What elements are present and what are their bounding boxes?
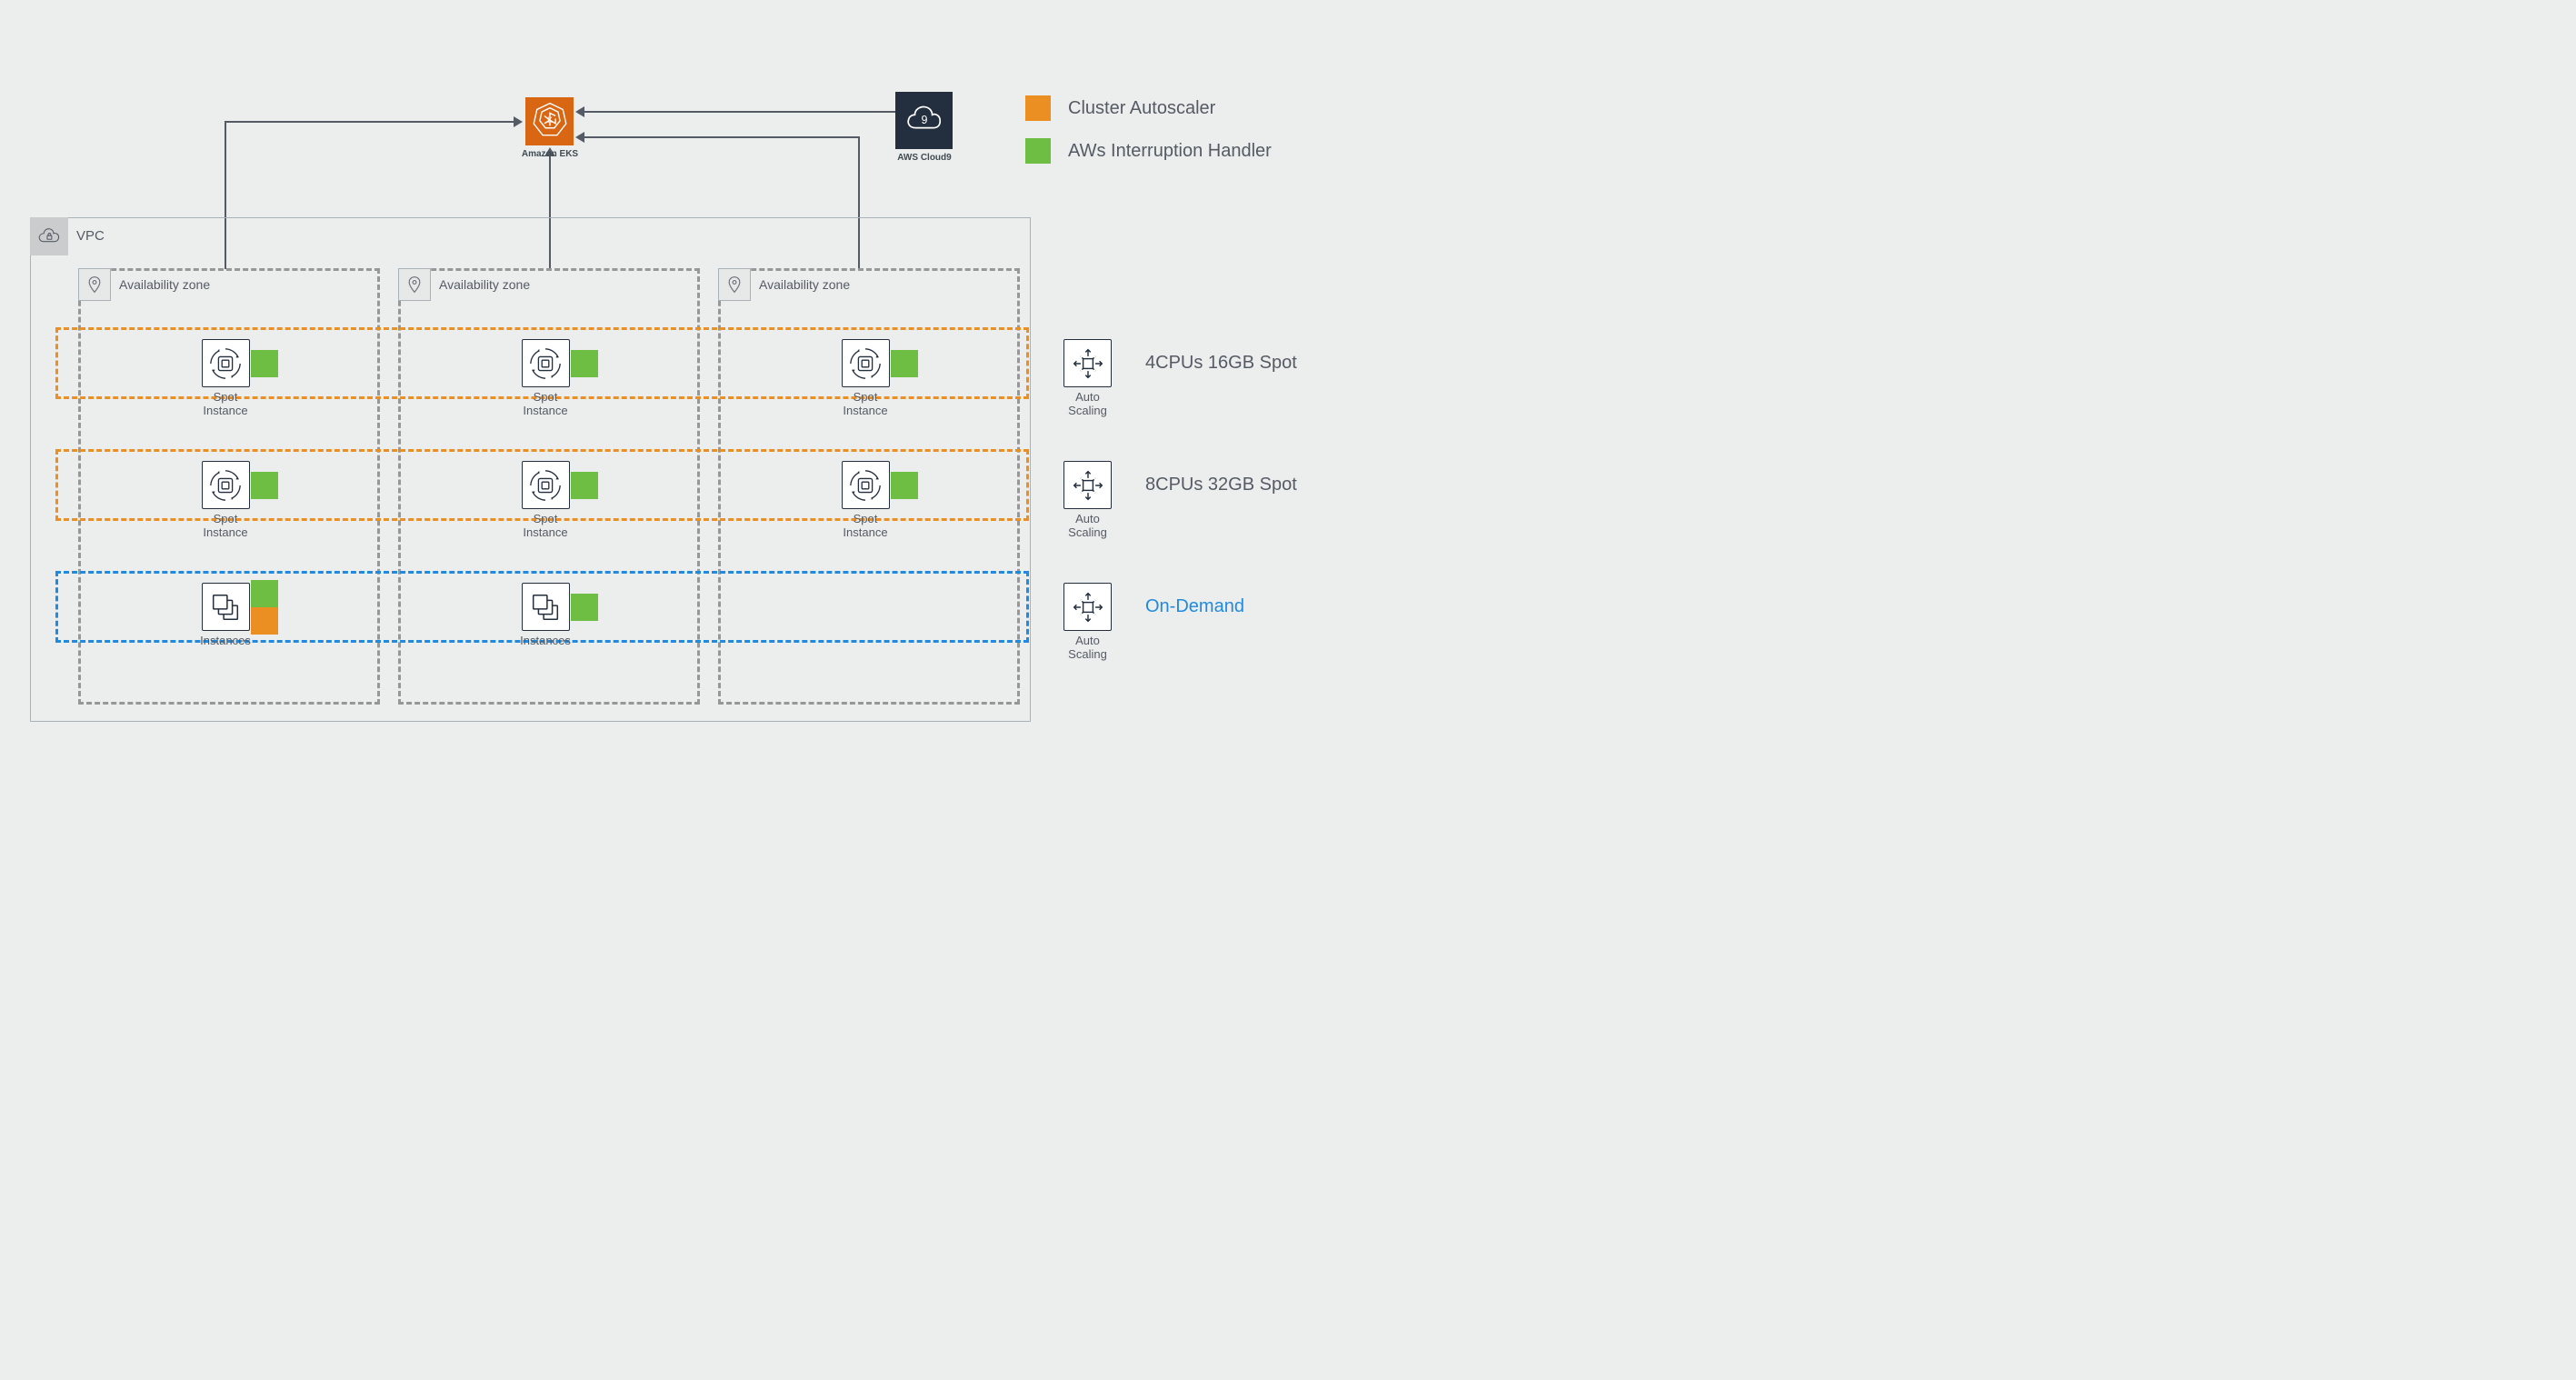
interruption-handler-badge <box>891 472 918 499</box>
interruption-handler-badge <box>571 472 598 499</box>
instance-caption: Spot Instance <box>473 513 618 540</box>
spot-instance-az2-row2: Spot Instance <box>473 461 618 540</box>
auto-scaling-caption-row2: Auto Scaling <box>1063 513 1112 540</box>
instances-icon <box>202 583 250 631</box>
row2-title: 8CPUs 32GB Spot <box>1145 475 1297 495</box>
arrowhead-az1 <box>514 116 523 127</box>
arrow-cloud9-eks <box>584 111 895 113</box>
line-az1-horiz <box>225 121 514 123</box>
az-label: Availability zone <box>119 277 210 292</box>
spot-instance-icon <box>842 461 890 509</box>
az-label: Availability zone <box>439 277 530 292</box>
interruption-handler-badge <box>251 350 278 377</box>
vpc-label: VPC <box>76 228 105 244</box>
ondemand-instances-az2: Instances <box>473 583 618 648</box>
spot-instance-az2-row1: Spot Instance <box>473 339 618 418</box>
instance-caption: Instances <box>473 635 618 648</box>
ondemand-instances-az1: Instances <box>153 583 298 648</box>
instance-caption: Spot Instance <box>153 391 298 418</box>
spot-instance-az1-row2: Spot Instance <box>153 461 298 540</box>
legend-swatch-orange <box>1025 95 1051 121</box>
auto-scaling-icon-row1 <box>1063 339 1112 387</box>
legend-label-green: AWs Interruption Handler <box>1068 141 1272 162</box>
aws-cloud9-icon <box>895 92 953 149</box>
auto-scaling-icon-row3 <box>1063 583 1112 631</box>
az-icon <box>398 268 431 301</box>
interruption-handler-badge <box>571 594 598 621</box>
az-icon <box>718 268 751 301</box>
auto-scaling-caption-row3: Auto Scaling <box>1063 635 1112 662</box>
spot-instance-icon <box>522 461 570 509</box>
spot-instance-icon <box>202 461 250 509</box>
amazon-eks-label: Amazon EKS <box>516 149 584 159</box>
instance-caption: Spot Instance <box>793 513 938 540</box>
legend-label-orange: Cluster Autoscaler <box>1068 98 1215 119</box>
interruption-handler-badge <box>251 472 278 499</box>
interruption-handler-badge <box>891 350 918 377</box>
amazon-eks-icon <box>525 97 574 145</box>
spot-instance-icon <box>202 339 250 387</box>
arrowhead-cloud9-eks <box>575 106 584 117</box>
instances-icon <box>522 583 570 631</box>
arrowhead-az3 <box>575 132 584 143</box>
instance-caption: Spot Instance <box>793 391 938 418</box>
auto-scaling-icon-row2 <box>1063 461 1112 509</box>
az-icon <box>78 268 111 301</box>
instance-caption: Spot Instance <box>473 391 618 418</box>
auto-scaling-caption-row1: Auto Scaling <box>1063 391 1112 418</box>
spot-instance-az3-row2: Spot Instance <box>793 461 938 540</box>
instance-caption: Instances <box>153 635 298 648</box>
legend-swatch-green <box>1025 138 1051 164</box>
line-az3-horiz <box>584 136 860 138</box>
interruption-handler-badge <box>571 350 598 377</box>
vpc-icon <box>30 217 68 255</box>
az-label: Availability zone <box>759 277 850 292</box>
cluster-autoscaler-badge <box>251 607 278 635</box>
spot-instance-az1-row1: Spot Instance <box>153 339 298 418</box>
row3-title: On-Demand <box>1145 596 1244 617</box>
spot-instance-icon <box>522 339 570 387</box>
aws-cloud9-label: AWS Cloud9 <box>891 153 958 163</box>
interruption-handler-badge <box>251 580 278 607</box>
spot-instance-az3-row1: Spot Instance <box>793 339 938 418</box>
instance-caption: Spot Instance <box>153 513 298 540</box>
spot-instance-icon <box>842 339 890 387</box>
row1-title: 4CPUs 16GB Spot <box>1145 353 1297 374</box>
